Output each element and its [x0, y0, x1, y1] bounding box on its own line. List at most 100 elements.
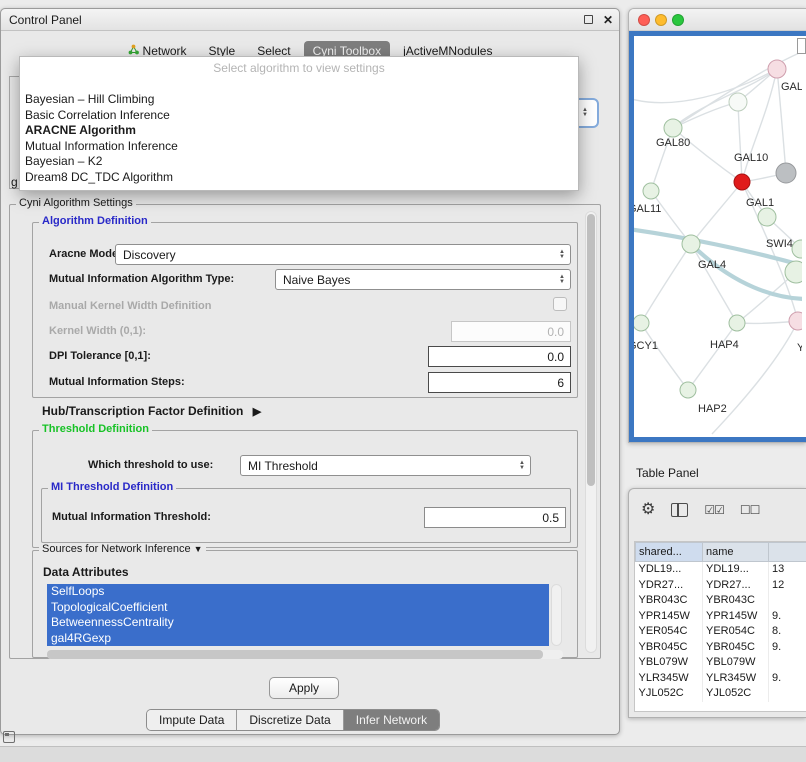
group-title: MI Threshold Definition	[48, 481, 176, 493]
algorithm-option[interactable]: Bayesian – Hill Climbing	[23, 92, 576, 108]
combo-arrows-icon: ▲▼	[556, 275, 570, 285]
algorithm-option[interactable]: Mutual Information Inference	[23, 139, 576, 155]
network-edge	[691, 182, 742, 244]
data-attributes-label: Data Attributes	[43, 565, 129, 579]
mac-zoom-icon[interactable]	[672, 14, 684, 26]
network-node[interactable]	[768, 60, 786, 78]
table-row[interactable]: YBR043CYBR043C	[636, 593, 806, 609]
network-node[interactable]	[664, 119, 682, 137]
aracne-mode-label: Aracne Mode:	[49, 248, 122, 260]
table-cell: 8.	[769, 624, 806, 640]
network-canvas[interactable]: GALGAL80GAL10GAL11GAL1SWI4GAL4GCY1HAP4YH…	[634, 36, 802, 439]
table-area: shared...name YDL19...YDL19...13YDR27...…	[634, 541, 806, 712]
settings-scrollbar[interactable]	[585, 211, 597, 653]
table-cell: 9.	[769, 671, 806, 687]
select-all-checkboxes-icon[interactable]: ☑☑	[704, 503, 724, 517]
network-node[interactable]	[734, 174, 750, 190]
mi-threshold-definition-group: MI Threshold Definition Mutual Informati…	[41, 488, 571, 543]
aracne-mode-select[interactable]: Discovery ▲▼	[115, 244, 571, 265]
tab-infer-network[interactable]: Infer Network	[344, 710, 439, 730]
mi-type-select[interactable]: Naive Bayes ▲▼	[275, 269, 571, 290]
attribute-list-item[interactable]: BetweennessCentrality	[47, 615, 549, 631]
apply-button[interactable]: Apply	[269, 677, 339, 699]
group-title: Algorithm Definition	[39, 215, 151, 227]
attribute-list-item[interactable]: TopologicalCoefficient	[47, 600, 549, 616]
network-node[interactable]	[776, 163, 796, 183]
manual-kernel-checkbox[interactable]	[553, 297, 567, 311]
close-window-icon[interactable]: ✕	[603, 15, 613, 25]
table-column-header[interactable]	[769, 543, 806, 562]
network-edge	[634, 69, 777, 103]
network-edge	[641, 244, 691, 323]
table-row[interactable]: YBR045CYBR045C9.	[636, 640, 806, 656]
table-row[interactable]: YDL19...YDL19...13	[636, 562, 806, 578]
network-node-label: HAP2	[698, 403, 727, 415]
table-body: YDL19...YDL19...13YDR27...YDR27...12YBR0…	[636, 562, 806, 702]
mac-close-icon[interactable]	[638, 14, 650, 26]
network-edge	[673, 69, 777, 128]
network-edge	[673, 102, 738, 128]
mi-threshold-field[interactable]: 0.5	[424, 507, 566, 528]
network-node-label: SWI4	[766, 238, 793, 250]
columns-icon[interactable]	[671, 503, 688, 517]
clipped-groupbox-border	[9, 76, 19, 77]
algorithm-option[interactable]: Bayesian – K2	[23, 154, 576, 170]
table-row[interactable]: YLR345WYLR345W9.	[636, 671, 806, 687]
network-node[interactable]	[634, 315, 649, 331]
table-cell: YBR045C	[703, 640, 769, 656]
network-node[interactable]	[758, 208, 776, 226]
which-threshold-select[interactable]: MI Threshold ▲▼	[240, 455, 531, 476]
mi-steps-field[interactable]: 6	[428, 372, 571, 393]
network-node-label: GAL80	[656, 137, 690, 149]
table-cell: YBR045C	[636, 640, 703, 656]
table-cell: 9.	[769, 609, 806, 625]
gear-icon[interactable]: ⚙	[641, 502, 655, 518]
algorithm-option[interactable]: Basic Correlation Inference	[23, 108, 576, 124]
algorithm-option[interactable]: ARACNE Algorithm	[23, 123, 576, 139]
network-node-label: Y	[797, 342, 802, 354]
network-node[interactable]	[729, 93, 747, 111]
attribute-list-item[interactable]: gal4RGexp	[47, 631, 549, 647]
manual-kernel-label: Manual Kernel Width Definition	[49, 300, 211, 312]
clipped-label-fragment: g	[11, 175, 18, 189]
settings-scrollbar-thumb[interactable]	[587, 214, 595, 486]
sources-group-toggle[interactable]: Sources for Network Inference ▼	[39, 543, 206, 555]
table-row[interactable]: YBL079WYBL079W	[636, 655, 806, 671]
network-node[interactable]	[643, 183, 659, 199]
network-node[interactable]	[729, 315, 745, 331]
table-cell: YBR043C	[703, 593, 769, 609]
mac-minimize-icon[interactable]	[655, 14, 667, 26]
restore-window-icon[interactable]	[584, 15, 593, 24]
network-node[interactable]	[682, 235, 700, 253]
table-row[interactable]: YDR27...YDR27...12	[636, 578, 806, 594]
network-node[interactable]	[785, 261, 802, 283]
table-column-header[interactable]: shared...	[636, 543, 703, 562]
table-row[interactable]: YPR145WYPR145W9.	[636, 609, 806, 625]
tab-discretize-data[interactable]: Discretize Data	[237, 710, 343, 730]
algorithm-option[interactable]: Dream8 DC_TDC Algorithm	[23, 170, 576, 186]
attribute-list-item[interactable]: SelfLoops	[47, 584, 549, 600]
network-edge	[688, 323, 737, 390]
network-node[interactable]	[680, 382, 696, 398]
algorithm-definition-group: Algorithm Definition Aracne Mode: Discov…	[32, 222, 578, 398]
table-row[interactable]: YJL052CYJL052C	[636, 686, 806, 702]
table-column-header[interactable]: name	[703, 543, 769, 562]
deselect-all-checkboxes-icon[interactable]: ☐☐	[740, 503, 760, 517]
network-node[interactable]	[789, 312, 802, 330]
tab-impute-data[interactable]: Impute Data	[147, 710, 237, 730]
control-panel-titlebar: Control Panel ✕	[1, 9, 619, 31]
restore-panel-icon[interactable]	[3, 731, 15, 743]
dpi-tolerance-field[interactable]: 0.0	[428, 346, 571, 367]
network-canvas-frame: GALGAL80GAL10GAL11GAL1SWI4GAL4GCY1HAP4YH…	[629, 31, 806, 442]
combo-arrows-icon: ▲▼	[516, 461, 530, 471]
attribute-list-hscrollbar[interactable]	[47, 650, 563, 659]
kernel-width-field[interactable]: 0.0	[451, 321, 571, 342]
clipped-groupbox-border	[9, 76, 10, 189]
network-edge	[641, 323, 688, 390]
table-row[interactable]: YER054CYER054C8.	[636, 624, 806, 640]
hub-section-toggle[interactable]: Hub/Transcription Factor Definition ▶	[42, 404, 261, 418]
network-node[interactable]	[792, 240, 802, 258]
attribute-list-scrollbar[interactable]	[551, 584, 562, 646]
network-edge	[712, 321, 798, 434]
attribute-list-hscrollbar-thumb[interactable]	[47, 650, 543, 659]
